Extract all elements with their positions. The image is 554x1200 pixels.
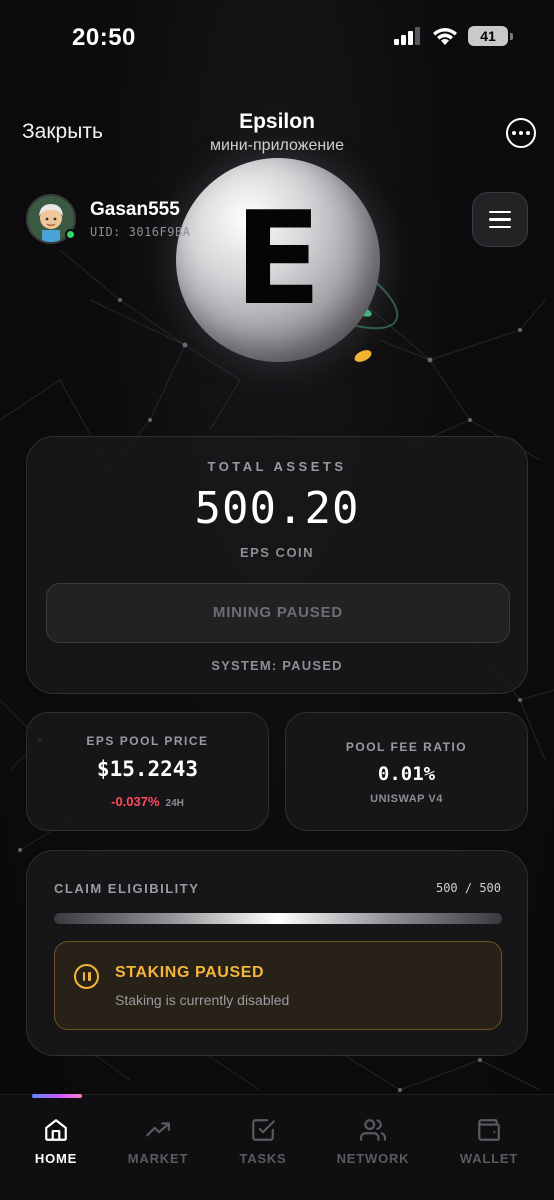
mining-button[interactable]: MINING PAUSED <box>46 583 510 643</box>
total-assets-card: TOTAL ASSETS 500.20 EPS COIN MINING PAUS… <box>26 436 528 694</box>
staking-title: STAKING PAUSED <box>115 964 265 981</box>
signal-icon <box>394 27 420 45</box>
more-icon[interactable] <box>506 118 536 148</box>
nav-home[interactable]: HOME <box>6 1117 106 1177</box>
nav-home-label: HOME <box>34 1151 78 1166</box>
claim-eligibility-count: 500 / 500 <box>435 881 501 895</box>
pause-icon <box>74 964 99 989</box>
system-status: SYSTEM: PAUSED <box>211 658 343 673</box>
pool-fee-value: 0.01% <box>377 763 436 785</box>
wallet-icon <box>478 1119 500 1141</box>
nav-tasks[interactable]: TASKS <box>213 1117 313 1177</box>
status-icons: 41 <box>394 26 513 46</box>
claim-progress-bar <box>54 913 502 924</box>
coin-logo: E <box>150 150 410 380</box>
online-status-dot <box>65 229 76 240</box>
total-assets-value: 500.20 <box>194 483 360 534</box>
status-time: 20:50 <box>72 24 136 51</box>
wifi-icon <box>433 27 457 45</box>
pool-fee-source: UNISWAP V4 <box>370 793 443 805</box>
app-screen: 20:50 41 Epsilon мини-приложение Закрыть <box>0 0 554 1200</box>
nav-network[interactable]: NETWORK <box>323 1117 423 1177</box>
nav-network-label: NETWORK <box>336 1151 410 1166</box>
active-tab-indicator <box>32 1094 82 1098</box>
pool-price-change: -0.037% <box>111 794 160 809</box>
claim-progress-fill <box>54 913 502 924</box>
user-profile[interactable]: Gasan555 UID: 3016F9BA <box>26 193 190 245</box>
pool-price-label: EPS POOL PRICE <box>86 734 209 748</box>
staking-description: Staking is currently disabled <box>115 992 290 1008</box>
pool-fee-label: POOL FEE RATIO <box>345 740 468 754</box>
total-assets-label: TOTAL ASSETS <box>207 459 347 474</box>
avatar[interactable] <box>26 194 76 244</box>
claim-eligibility-label: CLAIM ELIGIBILITY <box>54 881 200 896</box>
pool-price-change-row: -0.037% 24H <box>27 794 268 809</box>
username: Gasan555 <box>90 199 180 220</box>
menu-button[interactable] <box>472 192 528 247</box>
staking-paused-notice: STAKING PAUSED Staking is currently disa… <box>54 941 502 1030</box>
total-assets-unit: EPS COIN <box>239 545 315 560</box>
bottom-navigation: HOME MARKET TASKS NETWORK WALLET <box>0 1094 554 1200</box>
home-icon <box>45 1119 67 1141</box>
hamburger-icon <box>489 210 511 214</box>
profile-text: Gasan555 UID: 3016F9BA <box>90 199 190 239</box>
status-bar: 20:50 41 <box>0 0 554 80</box>
check-square-icon <box>252 1119 275 1141</box>
nav-market-label: MARKET <box>127 1151 189 1166</box>
nav-tasks-label: TASKS <box>239 1151 287 1166</box>
pool-price-period: 24H <box>165 798 184 809</box>
nav-wallet[interactable]: WALLET <box>439 1117 539 1177</box>
close-button[interactable]: Закрыть <box>22 120 103 144</box>
users-icon <box>360 1119 386 1141</box>
trending-up-icon <box>146 1122 170 1137</box>
pool-fee-card: POOL FEE RATIO 0.01% UNISWAP V4 <box>285 712 528 831</box>
nav-wallet-label: WALLET <box>459 1151 519 1166</box>
claim-eligibility-card: CLAIM ELIGIBILITY 500 / 500 STAKING PAUS… <box>26 850 528 1056</box>
pool-price-card: EPS POOL PRICE $15.2243 -0.037% 24H <box>26 712 269 831</box>
user-uid: UID: 3016F9BA <box>90 225 191 239</box>
coin-letter: E <box>234 185 322 334</box>
nav-market[interactable]: MARKET <box>108 1117 208 1177</box>
battery-icon: 41 <box>468 26 513 46</box>
pool-price-value: $15.2243 <box>96 757 199 781</box>
